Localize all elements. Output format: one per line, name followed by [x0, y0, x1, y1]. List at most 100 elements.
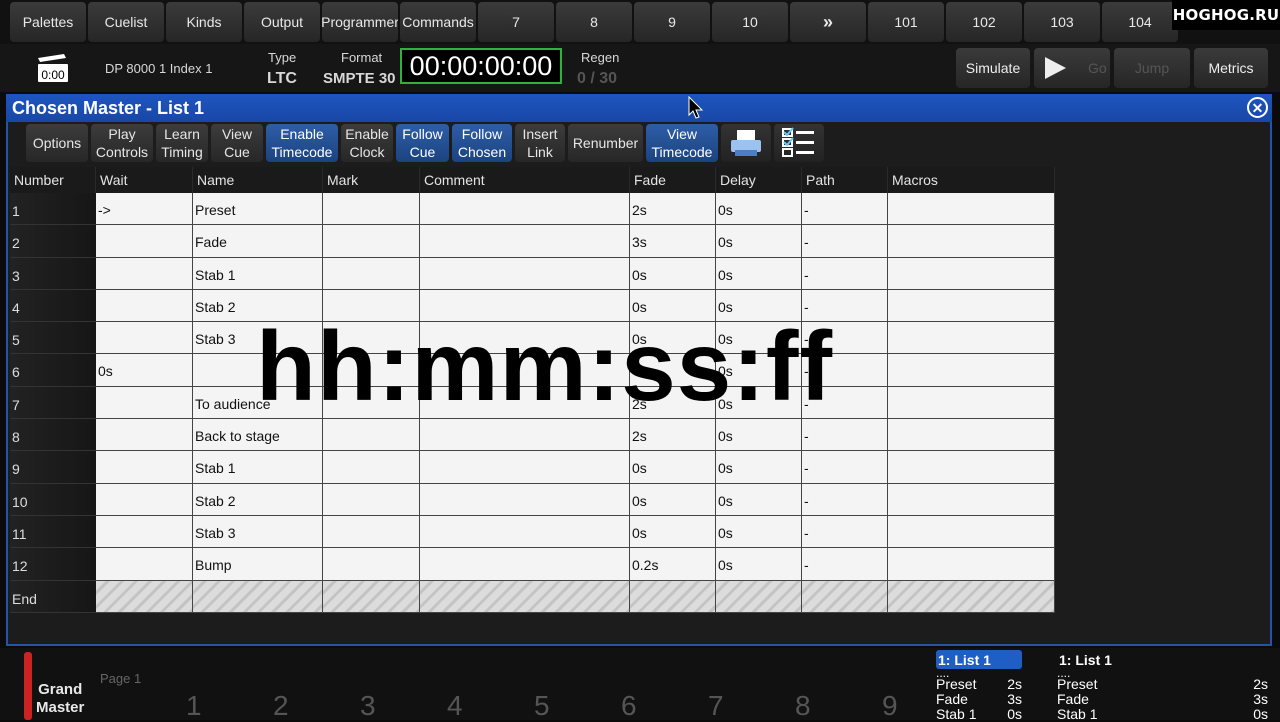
column-header-name[interactable]: Name: [193, 167, 323, 193]
column-header-wait[interactable]: Wait: [96, 167, 193, 193]
cell-name[interactable]: Preset: [193, 193, 323, 226]
cell-number[interactable]: 4: [10, 289, 96, 323]
learn-timing-button[interactable]: Learn Timing: [156, 124, 208, 162]
cell-delay[interactable]: 0s: [716, 257, 802, 290]
cell-macros[interactable]: [888, 515, 1055, 549]
cell-wait[interactable]: [96, 419, 193, 452]
cell-name[interactable]: Fade: [193, 225, 323, 258]
cell-number[interactable]: 9: [10, 451, 96, 484]
cell-number[interactable]: 10: [10, 483, 96, 516]
cell-name[interactable]: Stab 1: [193, 257, 323, 290]
cell-number[interactable]: 7: [10, 386, 96, 420]
cell-number[interactable]: 6: [10, 354, 96, 387]
cell-wait[interactable]: [96, 548, 193, 581]
table-row[interactable]: 8 Back to stage 2s 0s -: [10, 419, 1055, 452]
table-row-end[interactable]: End: [10, 580, 1055, 613]
tab-kinds[interactable]: Kinds: [166, 2, 242, 42]
cell-delay[interactable]: 0s: [716, 483, 802, 516]
cell-comment[interactable]: [420, 419, 630, 452]
fader-number[interactable]: 1: [186, 690, 202, 722]
cell-fade[interactable]: 0.2s: [630, 548, 716, 581]
tab-7[interactable]: 7: [478, 2, 554, 42]
cell-comment[interactable]: [420, 193, 630, 226]
view-timecode-button[interactable]: View Timecode: [646, 124, 718, 162]
fader-number[interactable]: 5: [534, 690, 550, 722]
cell-wait[interactable]: 0s: [96, 354, 193, 387]
cell-fade[interactable]: 2s: [630, 193, 716, 226]
cell-wait[interactable]: [96, 289, 193, 323]
cell-wait[interactable]: ->: [96, 193, 193, 226]
tab-101[interactable]: 101: [868, 2, 944, 42]
table-row[interactable]: 9 Stab 1 0s 0s -: [10, 451, 1055, 484]
cell-fade[interactable]: 0s: [630, 515, 716, 549]
cell-mark[interactable]: [323, 225, 420, 258]
cell-fade[interactable]: 0s: [630, 451, 716, 484]
cell-name[interactable]: Stab 3: [193, 515, 323, 549]
table-row[interactable]: 2 Fade 3s 0s -: [10, 225, 1055, 258]
checklist-button[interactable]: [774, 124, 824, 162]
cell-number[interactable]: 1: [10, 193, 96, 226]
tab-commands[interactable]: Commands: [400, 2, 476, 42]
cell-mark[interactable]: [323, 257, 420, 290]
cell-comment[interactable]: [420, 483, 630, 516]
cell-name[interactable]: Bump: [193, 548, 323, 581]
enable-timecode-button[interactable]: Enable Timecode: [266, 124, 338, 162]
tab-more[interactable]: »: [790, 2, 866, 42]
cell-macros[interactable]: [888, 257, 1055, 290]
follow-chosen-button[interactable]: Follow Chosen: [452, 124, 512, 162]
cell-comment[interactable]: [420, 548, 630, 581]
column-header-path[interactable]: Path: [802, 167, 888, 193]
cell-mark[interactable]: [323, 548, 420, 581]
cell-macros[interactable]: [888, 354, 1055, 387]
cell-delay[interactable]: 0s: [716, 419, 802, 452]
cell-fade[interactable]: 2s: [630, 419, 716, 452]
cell-path[interactable]: -: [802, 419, 888, 452]
cell-macros[interactable]: [888, 483, 1055, 516]
column-header-mark[interactable]: Mark: [323, 167, 420, 193]
options-button[interactable]: Options: [26, 124, 88, 162]
tab-palettes[interactable]: Palettes: [10, 2, 86, 42]
column-header-number[interactable]: Number: [10, 167, 96, 193]
fader-number[interactable]: 2: [273, 690, 289, 722]
cell-mark[interactable]: [323, 515, 420, 549]
cell-name[interactable]: Stab 1: [193, 451, 323, 484]
cell-delay[interactable]: 0s: [716, 548, 802, 581]
tab-103[interactable]: 103: [1024, 2, 1100, 42]
cell-path[interactable]: -: [802, 548, 888, 581]
jump-button[interactable]: Jump: [1114, 48, 1190, 88]
cell-number[interactable]: 8: [10, 419, 96, 452]
cell-mark[interactable]: [323, 451, 420, 484]
cell-delay[interactable]: 0s: [716, 225, 802, 258]
cell-macros[interactable]: [888, 419, 1055, 452]
cell-comment[interactable]: [420, 451, 630, 484]
cell-macros[interactable]: [888, 225, 1055, 258]
cell-macros[interactable]: [888, 386, 1055, 420]
tab-programmer[interactable]: Programmer: [322, 2, 398, 42]
fader-number[interactable]: 3: [360, 690, 376, 722]
play-controls-button[interactable]: Play Controls: [91, 124, 153, 162]
cell-wait[interactable]: [96, 225, 193, 258]
cell-fade[interactable]: 0s: [630, 483, 716, 516]
fader-number[interactable]: 8: [795, 690, 811, 722]
cell-number[interactable]: 2: [10, 225, 96, 258]
cell-comment[interactable]: [420, 225, 630, 258]
list-panel-2[interactable]: 1: List 1 .... Preset 2s Fade 3s Stab 1 0s: [1057, 650, 1268, 722]
cell-mark[interactable]: [323, 483, 420, 516]
renumber-button[interactable]: Renumber: [568, 124, 643, 162]
cell-delay[interactable]: 0s: [716, 515, 802, 549]
close-icon[interactable]: ✕: [1247, 97, 1268, 118]
cell-number[interactable]: 11: [10, 515, 96, 549]
tab-104[interactable]: 104: [1102, 2, 1178, 42]
cell-delay[interactable]: 0s: [716, 451, 802, 484]
cell-path[interactable]: -: [802, 515, 888, 549]
insert-link-button[interactable]: Insert Link: [515, 124, 565, 162]
cell-number[interactable]: 3: [10, 257, 96, 290]
cell-comment[interactable]: [420, 257, 630, 290]
enable-clock-button[interactable]: Enable Clock: [341, 124, 393, 162]
cell-macros[interactable]: [888, 193, 1055, 226]
table-row[interactable]: 10 Stab 2 0s 0s -: [10, 483, 1055, 516]
column-header-comment[interactable]: Comment: [420, 167, 630, 193]
cell-wait[interactable]: [96, 451, 193, 484]
grand-master-fader-strip[interactable]: [24, 652, 32, 720]
view-cue-button[interactable]: View Cue: [211, 124, 263, 162]
